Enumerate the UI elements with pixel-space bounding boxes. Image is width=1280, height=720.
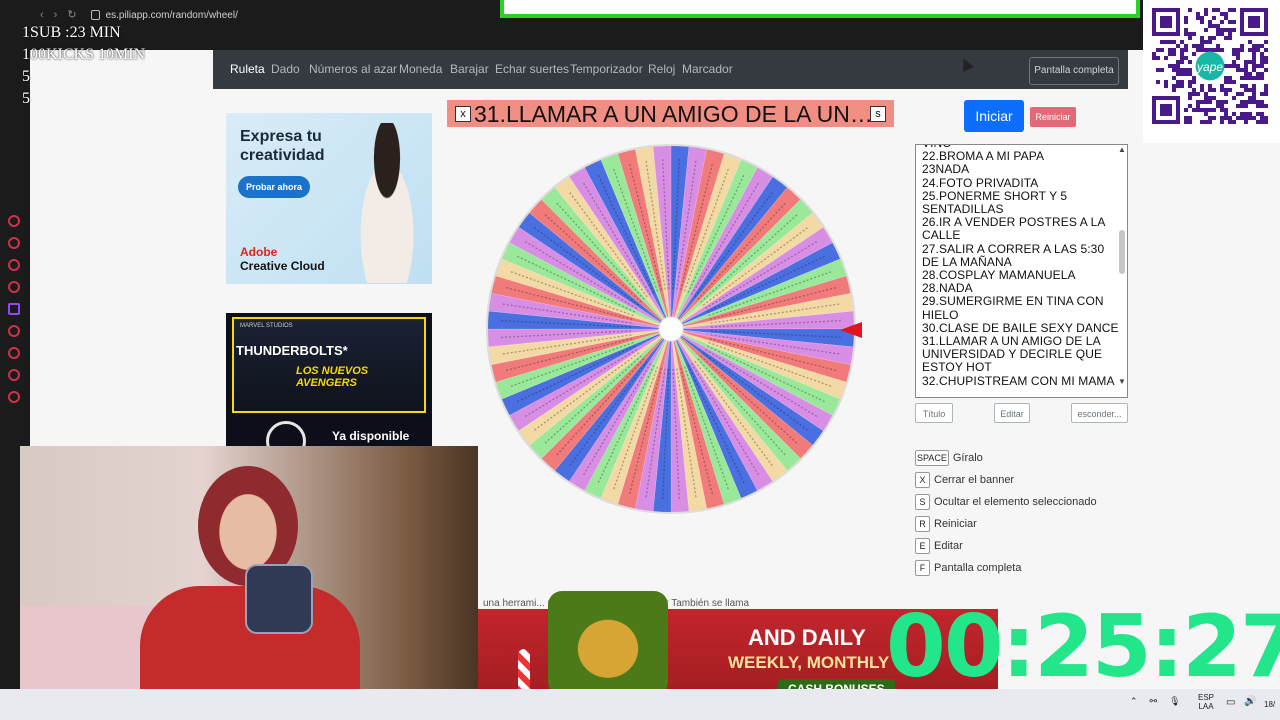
selected-entry-text: 31.LLAMAR A UN AMIGO DE LA UNIVERSIDAD Y…	[474, 101, 874, 127]
sidebar-icons	[8, 215, 24, 413]
ad-subtitle: LOS NUEVOS AVENGERS	[296, 365, 369, 389]
reload-icon[interactable]: ↻	[67, 9, 76, 21]
entry-line: 26.IR A VENDER POSTRES A LA CALLE	[922, 215, 1105, 243]
shortcut-row: R Reiniciar	[915, 513, 1145, 535]
media-icon[interactable]	[8, 281, 20, 293]
shortcut-label: Reiniciar	[934, 518, 977, 530]
shortcut-label: Editar	[934, 540, 963, 552]
scroll-down-icon[interactable]: ▼	[1118, 377, 1126, 386]
hide-selected-button[interactable]: s	[870, 106, 886, 122]
url-text: es.piliapp.com/random/wheel/	[105, 10, 238, 21]
ad-cta-button[interactable]: Probar ahora	[238, 176, 311, 198]
shortcut-key: R	[915, 516, 930, 533]
entries-textarea[interactable]: VINO22.BROMA A MI PAPA23NADA24.FOTO PRIV…	[915, 144, 1128, 398]
counter-line: 1SUB :23 MIN	[22, 24, 121, 41]
shortcut-key: X	[915, 472, 930, 489]
shortcut-row: E Editar	[915, 535, 1145, 557]
treasure-chest-icon	[548, 591, 668, 696]
forward-icon[interactable]: ›	[54, 9, 58, 21]
shortcut-row: S Ocultar el elemento seleccionado	[915, 491, 1145, 513]
twitch-icon[interactable]	[8, 303, 20, 315]
entry-line: 29.SUMERGIRME EN TINA CON HIELO	[922, 294, 1104, 322]
shortcut-label: Cerrar el banner	[934, 474, 1015, 486]
counter-line: 5	[22, 68, 30, 85]
nav-barajar[interactable]: Barajar	[450, 50, 489, 89]
settings-icon[interactable]	[8, 391, 20, 403]
ad-person-image	[346, 123, 428, 283]
nav-ruleta[interactable]: Ruleta	[230, 50, 265, 89]
cam-phone	[245, 564, 313, 634]
overlay-green-frame	[500, 0, 1140, 18]
shortcut-key: F	[915, 560, 930, 577]
title-input[interactable]: Título	[915, 403, 953, 423]
hide-button[interactable]: esconder...	[1071, 403, 1128, 423]
entry-line: 32.CHUPISTREAM CON MI MAMA	[922, 373, 1115, 388]
ad-headline: Expresa tu creatividad	[240, 128, 325, 164]
shortcut-label: Pantalla completa	[934, 562, 1022, 574]
ad-brand: Adobe Creative Cloud	[240, 245, 325, 273]
site-navbar: Ruleta Dado Números al azar Moneda Baraj…	[213, 50, 1128, 89]
start-button[interactable]: Iniciar	[964, 100, 1024, 132]
entry-line: 23NADA	[922, 162, 970, 177]
ad-badge: MARVEL STUDIOS	[240, 323, 293, 329]
svg-text:yape: yape	[1196, 60, 1223, 74]
stream-counters: 1SUB :23 MIN 100KICKS 10MIN 5 5	[22, 22, 145, 110]
shortcut-key: S	[915, 494, 930, 511]
ad-thunderbolts[interactable]: MARVEL STUDIOS THUNDERBOLTS* LOS NUEVOS …	[226, 313, 432, 461]
shortcut-row: X Cerrar el banner	[915, 469, 1145, 491]
entries-scroll-thumb[interactable]	[1119, 230, 1125, 274]
entry-line: 27.SALIR A CORRER A LAS 5:30 DE LA MAÑAN…	[922, 241, 1105, 269]
history-icon[interactable]	[8, 347, 20, 359]
wheel-hub	[658, 316, 684, 342]
edit-button[interactable]: Editar	[994, 403, 1030, 423]
lock-icon	[90, 10, 100, 21]
nav-echar-suertes[interactable]: Echar suertes	[495, 50, 569, 89]
qr-code-icon: yape	[1152, 8, 1268, 124]
nav-dado[interactable]: Dado	[271, 50, 300, 89]
nav-numeros[interactable]: Números al azar	[309, 50, 397, 89]
back-icon[interactable]: ‹	[40, 9, 44, 21]
entry-line: 25.PONERME SHORT Y 5 SENTADILLAS	[922, 188, 1068, 217]
roulette-wheel[interactable]	[485, 143, 857, 515]
shortcut-label: Ocultar el elemento seleccionado	[934, 496, 1097, 508]
shortcut-row: F Pantalla completa	[915, 557, 1145, 579]
nav-reloj[interactable]: Reloj	[648, 50, 675, 89]
record-icon[interactable]	[8, 325, 20, 337]
reset-button[interactable]: Reiniciar	[1030, 107, 1076, 127]
close-banner-button[interactable]: x	[455, 106, 471, 122]
counter-line: 5	[22, 90, 30, 107]
chat-icon[interactable]	[8, 259, 20, 271]
webcam-feed	[20, 446, 478, 720]
nav-moneda[interactable]: Moneda	[399, 50, 442, 89]
shortcut-row: SPACE Gíralo	[915, 447, 1145, 469]
promo-line2: WEEKLY, MONTHLY	[728, 653, 890, 672]
entry-line: 31.LLAMAR A UN AMIGO DE LA UNIVERSIDAD Y…	[922, 334, 1103, 375]
counter-line: 100KICKS 10MIN	[22, 46, 146, 63]
nav-temporizador[interactable]: Temporizador	[570, 50, 643, 89]
countdown-timer: 00:25:27	[886, 597, 1280, 697]
scroll-up-icon[interactable]: ▲	[1118, 145, 1126, 154]
shortcut-key: E	[915, 538, 930, 555]
fullscreen-button[interactable]: Pantalla completa	[1029, 57, 1119, 85]
wheel-pointer-icon	[840, 322, 862, 338]
shortcut-key: SPACE	[915, 450, 949, 467]
entry-line: 24.FOTO PRIVADITA	[922, 175, 1039, 190]
ad-footer: Ya disponible	[332, 429, 410, 443]
nav-marcador[interactable]: Marcador	[682, 50, 733, 89]
shortcut-label: Gíralo	[952, 452, 983, 464]
ad-title: THUNDERBOLTS*	[236, 343, 348, 358]
ad-adobe[interactable]: Expresa tu creatividad Probar ahora Adob…	[226, 113, 432, 284]
refresh-icon[interactable]	[8, 215, 20, 227]
bag-icon[interactable]	[8, 237, 20, 249]
link-icon[interactable]	[8, 369, 20, 381]
promo-line1: AND DAILY	[748, 625, 866, 650]
keyboard-shortcuts: SPACE Gíralo X Cerrar el banner S Ocultar e…	[915, 447, 1145, 579]
